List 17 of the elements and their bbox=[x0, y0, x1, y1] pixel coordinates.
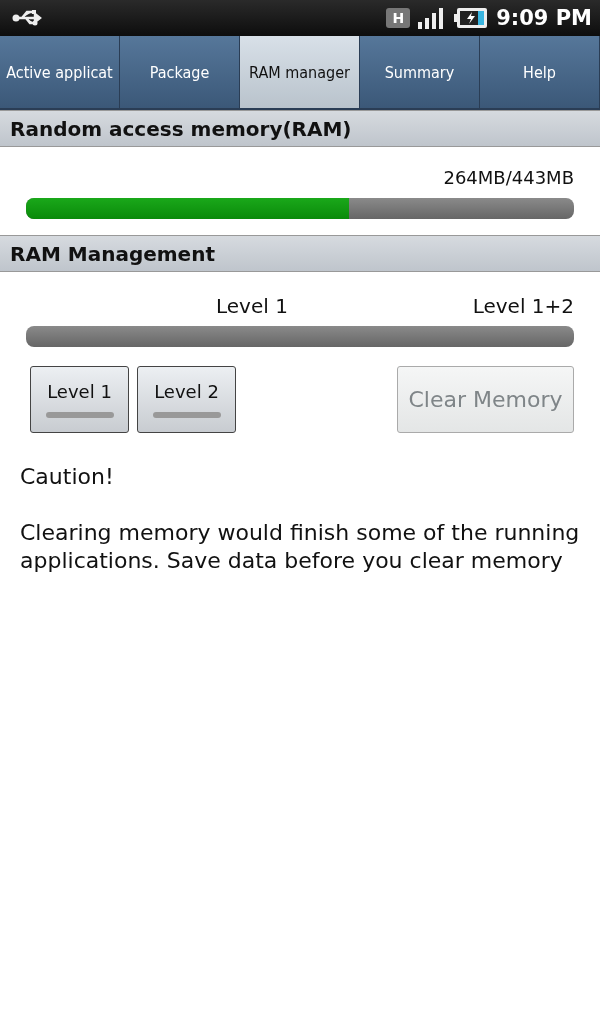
tab[interactable]: Package bbox=[120, 36, 240, 108]
level-toggle-button[interactable]: Level 2 bbox=[137, 366, 236, 433]
section-header: RAM Management bbox=[0, 235, 600, 272]
section-header: Random access memory(RAM) bbox=[0, 110, 600, 147]
memory-reading: 264MB/443MB bbox=[442, 167, 574, 188]
level-toggle-button[interactable]: Level 1 bbox=[30, 366, 129, 433]
level-label: Level 1+2 bbox=[472, 294, 574, 318]
network-badge: H bbox=[386, 8, 411, 28]
tab[interactable]: RAM manager bbox=[240, 36, 360, 108]
tab[interactable]: Summary bbox=[360, 36, 480, 108]
tab[interactable]: Active applicat bbox=[0, 36, 120, 108]
caution-title: Caution! bbox=[20, 463, 115, 491]
clock: 9:09 PM bbox=[496, 6, 592, 30]
battery-icon bbox=[454, 7, 489, 29]
caution-message: Clearing memory would finish some of the running applications. Save data before you clear memory bbox=[20, 519, 580, 575]
tab[interactable]: Help bbox=[480, 36, 600, 108]
level-label: Level 1 bbox=[216, 294, 288, 318]
